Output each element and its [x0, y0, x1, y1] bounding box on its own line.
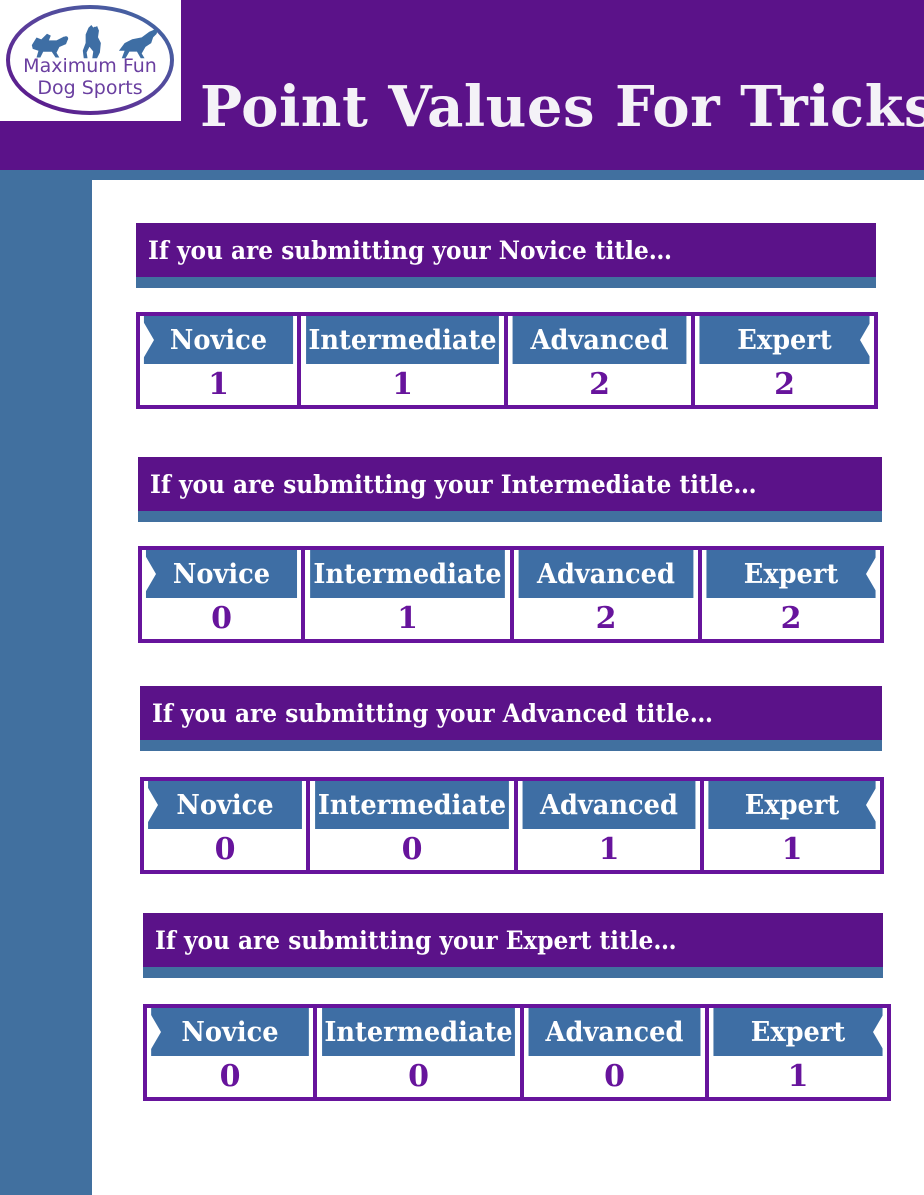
section-banner-strip [138, 511, 882, 522]
column-header-label: Novice [148, 781, 302, 829]
points-table: Novice 0 Intermediate 0 Advanced 1 Exper… [140, 777, 884, 874]
column-value: 2 [702, 598, 880, 639]
section-expert: If you are submitting your Expert title…… [143, 913, 891, 1101]
points-table: Novice 1 Intermediate 1 Advanced 2 Exper… [136, 312, 878, 409]
maximum-fun-dog-sports-logo-icon: Maximum Fun Dog Sports [6, 5, 174, 115]
table-column-intermediate: Intermediate 1 [305, 550, 514, 639]
logo-line-2: Dog Sports [37, 77, 142, 99]
table-column-novice: Novice 0 [144, 781, 310, 870]
column-value: 0 [144, 829, 306, 870]
section-banner-label: If you are submitting your Advanced titl… [152, 698, 713, 728]
column-value: 1 [301, 364, 504, 405]
column-value: 2 [514, 598, 698, 639]
logo-container: Maximum Fun Dog Sports [0, 0, 181, 121]
table-column-expert: Expert 1 [709, 1008, 887, 1097]
section-banner-strip [136, 277, 876, 288]
points-table: Novice 0 Intermediate 1 Advanced 2 Exper… [138, 546, 884, 643]
table-column-intermediate: Intermediate 0 [310, 781, 518, 870]
page-title: Point Values For Tricks [200, 74, 924, 140]
table-column-expert: Expert 2 [695, 316, 874, 405]
table-column-intermediate: Intermediate 0 [317, 1008, 524, 1097]
section-banner-strip [143, 967, 883, 978]
column-value: 0 [147, 1056, 313, 1097]
column-header-label: Novice [151, 1008, 309, 1056]
column-value: 1 [709, 1056, 887, 1097]
header-underline [0, 170, 924, 180]
table-column-expert: Expert 1 [704, 781, 880, 870]
column-value: 1 [305, 598, 510, 639]
column-header-label: Expert [706, 550, 876, 598]
table-column-advanced: Advanced 2 [514, 550, 702, 639]
column-value: 0 [317, 1056, 520, 1097]
table-column-intermediate: Intermediate 1 [301, 316, 508, 405]
column-header-label: Advanced [518, 550, 694, 598]
column-header-label: Advanced [522, 781, 696, 829]
section-banner-label: If you are submitting your Novice title… [148, 235, 673, 265]
column-header-label: Intermediate [322, 1008, 515, 1056]
content-area: If you are submitting your Novice title…… [92, 180, 924, 1195]
column-header-label: Intermediate [310, 550, 505, 598]
column-value: 1 [140, 364, 297, 405]
section-banner: If you are submitting your Intermediate … [138, 457, 882, 511]
section-banner-label: If you are submitting your Intermediate … [150, 469, 757, 499]
section-banner: If you are submitting your Advanced titl… [140, 686, 882, 740]
column-value: 2 [695, 364, 874, 405]
section-banner-strip [140, 740, 882, 751]
logo-line-1: Maximum Fun [23, 55, 157, 77]
table-column-advanced: Advanced 1 [518, 781, 704, 870]
column-value: 1 [518, 829, 700, 870]
column-value: 2 [508, 364, 691, 405]
column-value: 0 [524, 1056, 705, 1097]
column-value: 1 [704, 829, 880, 870]
column-value: 0 [142, 598, 301, 639]
points-table: Novice 0 Intermediate 0 Advanced 0 Exper… [143, 1004, 891, 1101]
column-header-label: Advanced [528, 1008, 701, 1056]
poster-page: Maximum Fun Dog Sports Point Values For … [0, 0, 924, 1195]
column-header-label: Expert [699, 316, 870, 364]
left-accent-band [0, 170, 92, 1195]
column-header-label: Intermediate [315, 781, 509, 829]
table-column-advanced: Advanced 2 [508, 316, 695, 405]
column-value: 0 [310, 829, 514, 870]
section-banner: If you are submitting your Expert title… [143, 913, 883, 967]
column-header-label: Novice [145, 550, 298, 598]
section-intermediate: If you are submitting your Intermediate … [138, 457, 884, 643]
page-header: Maximum Fun Dog Sports Point Values For … [0, 0, 924, 170]
column-header-label: Expert [708, 781, 876, 829]
column-header-label: Novice [143, 316, 294, 364]
column-header-label: Expert [713, 1008, 883, 1056]
table-column-advanced: Advanced 0 [524, 1008, 709, 1097]
section-banner-label: If you are submitting your Expert title… [155, 925, 677, 955]
column-header-label: Intermediate [306, 316, 499, 364]
table-column-novice: Novice 1 [140, 316, 301, 405]
section-novice: If you are submitting your Novice title…… [136, 223, 878, 409]
table-column-novice: Novice 0 [142, 550, 305, 639]
table-column-expert: Expert 2 [702, 550, 880, 639]
table-column-novice: Novice 0 [147, 1008, 317, 1097]
section-advanced: If you are submitting your Advanced titl… [140, 686, 884, 874]
section-banner: If you are submitting your Novice title… [136, 223, 876, 277]
column-header-label: Advanced [512, 316, 687, 364]
